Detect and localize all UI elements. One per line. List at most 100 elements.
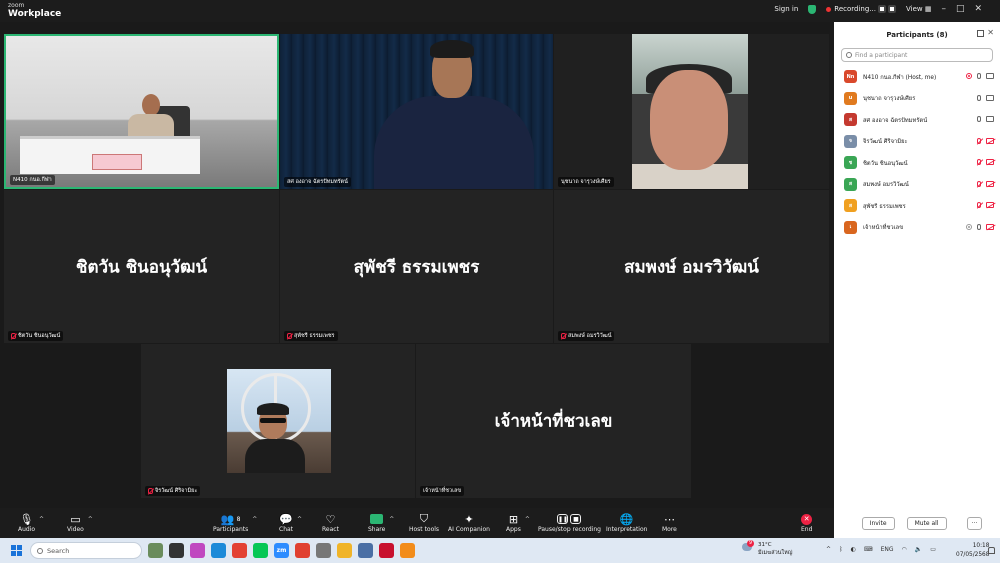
pause-recording-icon[interactable] [877,5,886,13]
bluetooth-icon[interactable]: ᛒ [839,546,843,553]
interpretation-button[interactable]: 🌐 Interpretation [606,512,647,534]
apps-button[interactable]: ⊞ Apps ^ [506,512,530,534]
tile-big-name: เจ้าหน้าที่ชวเลข [494,411,613,432]
anydesk-icon[interactable] [295,543,310,558]
microphone-icon[interactable] [977,116,981,122]
audio-button[interactable]: 🎙 Audio ^ [18,512,44,534]
sign-in-link[interactable]: Sign in [774,5,798,13]
mute-all-button[interactable]: Mute all [906,517,947,530]
pause-stop-recording-button[interactable]: ❚❚ ■ Pause/stop recording [538,512,601,533]
edge-icon[interactable] [211,543,226,558]
battery-icon[interactable]: ▭ [930,546,936,553]
microphone-app-icon[interactable] [316,543,331,558]
participant-row[interactable]: ส สมพงษ์ อมรวิวัฒน์ [834,174,1000,196]
participant-row[interactable]: u นุชนาถ จารุวงษ์เศียร [834,88,1000,110]
wifi-icon[interactable]: ◠ [902,546,907,553]
camera-off-icon[interactable] [986,223,994,230]
keyboard-icon[interactable]: ⌨ [864,546,873,553]
task-view-icon[interactable] [169,543,184,558]
participant-search[interactable] [841,48,993,62]
participant-row[interactable]: เ เจ้าหน้าที่ชวเลข [834,217,1000,239]
camera-icon[interactable] [986,94,994,101]
language-indicator[interactable]: ENG [881,546,894,553]
invite-button[interactable]: Invite [861,517,895,530]
clock-date: 07/05/2568 [956,552,990,558]
notification-bell-icon[interactable] [988,547,995,554]
taskbar-search[interactable]: Search [30,542,142,559]
video-tile-host[interactable]: N410 กนอ.กีฬา [4,34,279,189]
share-button[interactable]: Share ^ [368,512,394,533]
security-shield-icon[interactable] [808,4,817,14]
speaker-icon[interactable]: 🔈 [915,546,922,553]
avatar-tile-participant-7[interactable]: จิรวัฒน์ ศิริจามิยะ [141,344,415,498]
end-meeting-button[interactable]: ✕ End [801,512,812,533]
chrome-icon[interactable] [232,543,247,558]
close-icon[interactable]: ✕ [987,28,994,37]
microphone-icon[interactable] [977,94,981,101]
name-tile-participant-4[interactable]: ชิตวัน ชินอนุวัฒน์ ชิตวัน ชินอนุวัฒน์ [4,190,279,343]
widgets-icon[interactable] [148,543,163,558]
participant-row[interactable]: ช ชิตวัน ชินอนุวัฒน์ [834,152,1000,174]
host-tools-button[interactable]: ⛉ Host tools [409,512,439,533]
chat-button[interactable]: 💬 Chat ^ [279,512,302,534]
mic-muted-icon[interactable] [977,202,981,208]
react-label: React [322,526,339,533]
zoom-app-icon[interactable]: zm [274,543,289,558]
mic-muted-icon[interactable] [977,180,981,187]
chevron-up-icon[interactable]: ^ [39,516,44,523]
window-controls[interactable]: –□✕ [941,4,992,14]
taskbar-clock[interactable]: 10:18 07/05/2568 [956,542,989,560]
chevron-up-icon[interactable]: ^ [297,516,302,523]
chevron-up-icon[interactable]: ^ [88,516,93,523]
participant-row[interactable]: ส สุพัชรี ธรรมเพชร [834,195,1000,217]
chevron-up-icon[interactable]: ^ [389,516,394,523]
view-button[interactable]: View ▦ [906,5,931,13]
security-icon[interactable]: ◐ [851,546,856,553]
end-call-icon: ✕ [801,513,813,525]
recording-indicator[interactable]: Recording... [826,5,896,13]
camera-icon[interactable] [986,73,994,79]
name-tile-participant-8[interactable]: เจ้าหน้าที่ชวเลข เจ้าหน้าที่ชวเลข [416,344,691,498]
more-button[interactable]: ⋯ More [662,512,677,534]
chevron-up-icon[interactable]: ^ [826,546,831,553]
video-button[interactable]: ▭ Video ^ [67,512,93,534]
weather-temp: 31°C [758,542,772,548]
participant-row[interactable]: Nn N410 กนอ.กีฬา (Host, me) [834,66,1000,88]
participants-button[interactable]: 👥 8 Participants ^ [213,512,257,534]
participant-search-input[interactable] [855,51,985,59]
copilot-icon[interactable] [190,543,205,558]
stop-recording-icon[interactable] [887,5,896,13]
vlc-icon[interactable] [400,543,415,558]
participant-avatar: จ [844,134,857,148]
camera-off-icon[interactable] [986,202,994,208]
microphone-icon[interactable] [977,223,981,230]
chevron-up-icon[interactable]: ^ [525,516,530,523]
name-tile-participant-6[interactable]: สมพงษ์ อมรวิวัฒน์ สมพงษ์ อมรวิวัฒน์ [554,190,829,343]
file-explorer-icon[interactable] [337,543,352,558]
recording-icon [966,223,972,230]
mic-muted-icon[interactable] [977,137,981,144]
windows-start-icon[interactable] [11,545,22,556]
participant-row[interactable]: จ จิรวัฒน์ ศิริจามิยะ [834,131,1000,153]
camera-off-icon[interactable] [986,180,994,187]
video-tile-participant-2[interactable]: สศ องอาจ ฉัตรปัทมทรัตน์ [280,34,553,189]
pop-out-icon[interactable] [977,30,984,37]
weather-desc: มีเมฆส่วนใหญ่ [758,550,793,556]
microphone-icon[interactable] [977,73,981,79]
ai-companion-button[interactable]: ✦ AI Companion [448,512,490,534]
more-options-button[interactable]: ··· [966,517,983,530]
name-tile-participant-5[interactable]: สุพัชรี ธรรมเพชร สุพัชรี ธรรมเพชร [280,190,553,343]
calculator-icon[interactable] [358,543,373,558]
line-app-icon[interactable] [253,543,268,558]
video-tile-participant-3[interactable]: นุชนาถ จารุวงษ์เศียร [554,34,829,189]
participant-name: จิรวัฒน์ ศิริจามิยะ [863,139,908,146]
camera-off-icon[interactable] [986,137,994,144]
react-button[interactable]: ♡ React [322,512,339,534]
weather-widget[interactable]: 9 31°C มีเมฆส่วนใหญ่ [742,540,793,557]
participant-row[interactable]: ส สศ องอาจ ฉัตรปัทมทรัตน์ [834,109,1000,131]
mic-muted-icon[interactable] [977,159,981,165]
chevron-up-icon[interactable]: ^ [252,516,257,523]
camera-off-icon[interactable] [986,159,994,165]
camera-icon[interactable] [986,116,994,122]
acrobat-icon[interactable] [379,543,394,558]
